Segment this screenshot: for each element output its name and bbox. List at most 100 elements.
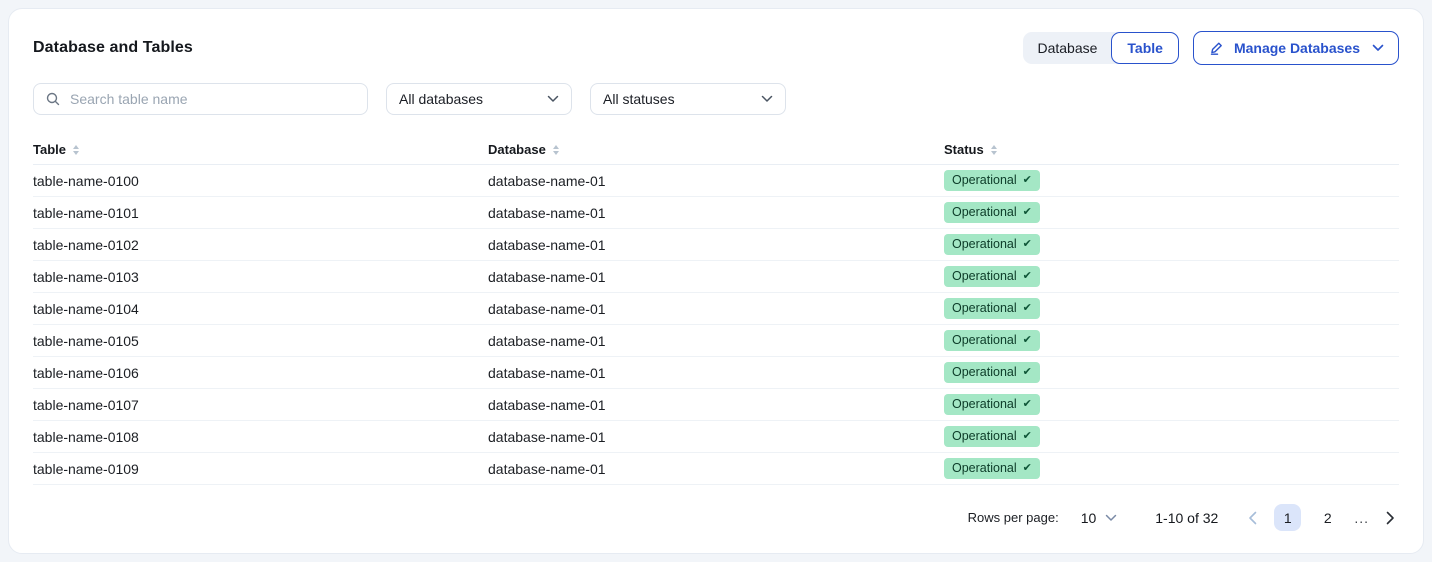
table-body: table-name-0100database-name-01Operation… (33, 165, 1399, 485)
chevron-down-icon (1105, 514, 1117, 522)
database-name-cell: database-name-01 (488, 333, 944, 349)
pagination-bar: Rows per page: 10 1-10 of 32 1 2 ... (33, 504, 1399, 533)
check-icon: ✔ (1023, 398, 1032, 411)
status-filter-value: All statuses (603, 91, 675, 107)
status-cell: Operational✔ (944, 202, 1399, 223)
table-name-cell: table-name-0104 (33, 301, 488, 317)
status-filter-select[interactable]: All statuses (590, 83, 786, 115)
status-label: Operational (952, 365, 1017, 380)
page-button-2[interactable]: 2 (1314, 504, 1341, 531)
table-name-cell: table-name-0105 (33, 333, 488, 349)
page-title: Database and Tables (33, 39, 193, 57)
card-header: Database and Tables Database Table Manag… (33, 31, 1399, 65)
chevron-down-icon (1372, 44, 1384, 52)
table-name-cell: table-name-0100 (33, 173, 488, 189)
check-icon: ✔ (1023, 174, 1032, 187)
status-label: Operational (952, 301, 1017, 316)
status-badge: Operational✔ (944, 458, 1040, 479)
status-cell: Operational ✔ (944, 234, 1399, 255)
table-row[interactable]: table-name-0108database-name-01Operation… (33, 421, 1399, 453)
next-page-button[interactable] (1382, 507, 1399, 529)
check-icon: ✔ (1023, 430, 1032, 443)
status-label: Operational (952, 269, 1017, 284)
table-name-cell: table-name-0102 (33, 237, 488, 253)
database-name-cell: database-name-01 (488, 205, 944, 221)
table-row[interactable]: table-name-0100database-name-01Operation… (33, 165, 1399, 197)
check-icon: ✔ (1023, 302, 1032, 315)
header-actions: Database Table Manage Databases (1023, 31, 1399, 65)
status-badge: Operational ✔ (944, 234, 1040, 255)
table-row[interactable]: table-name-0107database-name-01Operation… (33, 389, 1399, 421)
pagination-ellipsis: ... (1354, 510, 1369, 526)
rows-per-page-value: 10 (1081, 510, 1097, 526)
table-row[interactable]: table-name-0103database-name-01Operation… (33, 261, 1399, 293)
table-row[interactable]: table-name-0101database-name-01Operation… (33, 197, 1399, 229)
status-badge: Operational ✔ (944, 394, 1040, 415)
database-name-cell: database-name-01 (488, 365, 944, 381)
database-filter-select[interactable]: All databases (386, 83, 572, 115)
database-filter-value: All databases (399, 91, 483, 107)
status-badge: Operational✔ (944, 266, 1040, 287)
table-row[interactable]: table-name-0102database-name-01Operation… (33, 229, 1399, 261)
sort-icon[interactable] (73, 145, 79, 155)
table-name-cell: table-name-0107 (33, 397, 488, 413)
status-badge: Operational ✔ (944, 330, 1040, 351)
toggle-database-button[interactable]: Database (1023, 32, 1111, 64)
status-badge: Operational ✔ (944, 426, 1040, 447)
rows-per-page-select[interactable]: 10 (1081, 510, 1118, 526)
status-cell: Operational ✔ (944, 394, 1399, 415)
status-cell: Operational ✔ (944, 170, 1399, 191)
search-input[interactable] (70, 91, 356, 107)
previous-page-button[interactable] (1244, 507, 1261, 529)
status-label: Operational (952, 333, 1017, 348)
column-header-status[interactable]: Status (944, 142, 1399, 157)
database-name-cell: database-name-01 (488, 397, 944, 413)
chevron-right-icon (1386, 511, 1395, 525)
status-cell: Operational ✔ (944, 330, 1399, 351)
status-label: Operational (952, 205, 1017, 220)
sort-icon[interactable] (553, 145, 559, 155)
sort-icon[interactable] (991, 145, 997, 155)
tables-table: Table Database Status table-name-0100dat… (33, 135, 1399, 485)
database-name-cell: database-name-01 (488, 237, 944, 253)
table-name-cell: table-name-0108 (33, 429, 488, 445)
manage-databases-label: Manage Databases (1234, 40, 1360, 56)
table-row[interactable]: table-name-0105database-name-01Operation… (33, 325, 1399, 357)
pencil-icon (1208, 40, 1225, 57)
check-icon: ✔ (1023, 238, 1032, 251)
table-name-cell: table-name-0101 (33, 205, 488, 221)
status-cell: Operational ✔ (944, 426, 1399, 447)
page-button-1[interactable]: 1 (1274, 504, 1301, 531)
status-label: Operational (952, 429, 1017, 444)
database-name-cell: database-name-01 (488, 429, 944, 445)
column-header-database[interactable]: Database (488, 142, 944, 157)
search-box (33, 83, 368, 115)
table-name-cell: table-name-0103 (33, 269, 488, 285)
database-name-cell: database-name-01 (488, 269, 944, 285)
status-cell: Operational✔ (944, 266, 1399, 287)
status-label: Operational (952, 173, 1017, 188)
status-label: Operational (952, 237, 1017, 252)
manage-databases-button[interactable]: Manage Databases (1193, 31, 1399, 65)
table-row[interactable]: table-name-0104database-name-01Operation… (33, 293, 1399, 325)
table-row[interactable]: table-name-0109database-name-01Operation… (33, 453, 1399, 485)
status-label: Operational (952, 461, 1017, 476)
check-icon: ✔ (1023, 334, 1032, 347)
database-name-cell: database-name-01 (488, 173, 944, 189)
database-name-cell: database-name-01 (488, 461, 944, 477)
chevron-down-icon (761, 95, 773, 103)
column-header-table[interactable]: Table (33, 142, 488, 157)
table-row[interactable]: table-name-0106database-name-01 Operation… (33, 357, 1399, 389)
status-badge: Operational✔ (944, 202, 1040, 223)
status-cell: Operational ✔ (944, 298, 1399, 319)
toggle-table-button[interactable]: Table (1111, 32, 1179, 64)
chevron-left-icon (1248, 511, 1257, 525)
table-name-cell: table-name-0109 (33, 461, 488, 477)
status-label: Operational (952, 397, 1017, 412)
database-tables-card: Database and Tables Database Table Manag… (8, 8, 1424, 554)
rows-per-page-label: Rows per page: (968, 510, 1059, 525)
table-name-cell: table-name-0106 (33, 365, 488, 381)
table-header-row: Table Database Status (33, 135, 1399, 165)
filter-bar: All databases All statuses (33, 83, 1399, 115)
view-toggle: Database Table (1023, 32, 1178, 64)
